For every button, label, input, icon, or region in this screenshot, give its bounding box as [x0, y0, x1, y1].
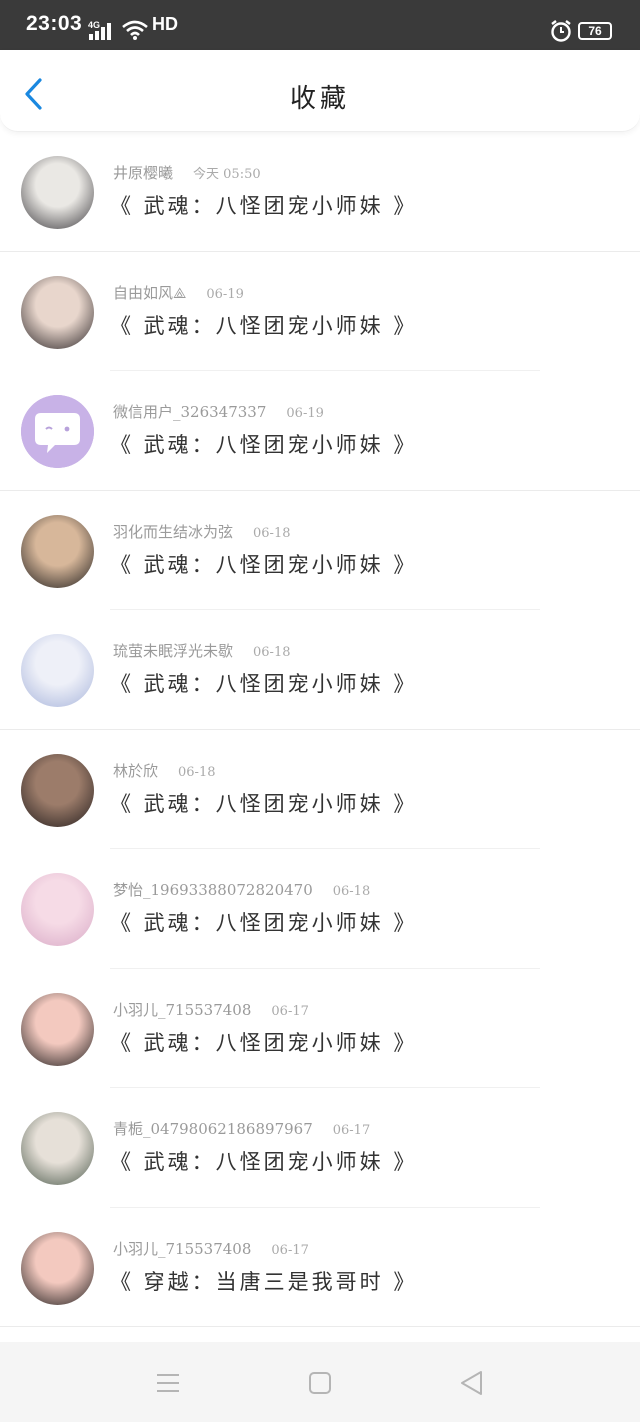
username[interactable]: 微信用户_326347337 — [113, 403, 266, 421]
avatar[interactable] — [21, 634, 94, 707]
item-meta: 小羽儿_715537408 06-17 — [113, 999, 309, 1020]
network-label: 4G — [88, 20, 100, 30]
status-time: 23:03 — [26, 12, 83, 35]
item-meta: 微信用户_326347337 06-19 — [113, 401, 324, 422]
home-icon[interactable] — [305, 1368, 335, 1398]
item-date: 06-18 — [332, 884, 371, 899]
book-title[interactable]: 《 武魂：八怪团宠小师妹 》 — [110, 310, 417, 340]
item-date: 今天 05:50 — [193, 167, 261, 182]
book-title[interactable]: 《 武魂：八怪团宠小师妹 》 — [110, 788, 417, 818]
battery-indicator: 76 — [578, 22, 612, 40]
item-date: 06-18 — [178, 764, 216, 780]
username[interactable]: 青栀_04798062186897967 — [113, 1120, 313, 1138]
username[interactable]: 小羽儿_715537408 — [113, 1001, 251, 1019]
item-date: 06-17 — [271, 1242, 309, 1258]
list-item[interactable]: 自由如风⟁ 06-19 《 武魂：八怪团宠小师妹 》 — [0, 252, 640, 371]
book-title[interactable]: 《 武魂：八怪团宠小师妹 》 — [110, 429, 417, 459]
item-date: 06-17 — [332, 1123, 371, 1138]
avatar[interactable] — [21, 992, 94, 1066]
item-date: 06-17 — [271, 1003, 309, 1019]
divider — [0, 1326, 640, 1327]
wifi-icon — [122, 20, 148, 40]
list-item[interactable]: 梦怡_19693388072820470 06-18 《 武魂：八怪团宠小师妹 》 — [0, 849, 640, 969]
item-meta: 自由如风⟁ 06-19 — [113, 282, 244, 303]
list-item[interactable]: 微信用户_326347337 06-19 《 武魂：八怪团宠小师妹 》 — [0, 371, 640, 491]
item-meta: 梦怡_19693388072820470 06-18 — [113, 879, 370, 900]
back-triangle-icon[interactable] — [457, 1368, 487, 1398]
item-date: 06-19 — [206, 286, 244, 302]
item-date: 06-18 — [253, 525, 291, 541]
avatar[interactable] — [21, 873, 94, 946]
username[interactable]: 羽化而生结冰为弦 — [113, 523, 233, 541]
avatar[interactable] — [21, 156, 94, 229]
username[interactable]: 林於欣 — [113, 762, 158, 780]
book-title[interactable]: 《 武魂：八怪团宠小师妹 》 — [110, 1027, 417, 1057]
username[interactable]: 梦怡_19693388072820470 — [113, 881, 313, 899]
chat-bubble-icon — [21, 395, 94, 468]
item-date: 06-19 — [286, 406, 324, 421]
item-meta: 林於欣 06-18 — [113, 760, 216, 781]
list-item[interactable]: 小羽儿_715537408 06-17 《 穿越：当唐三是我哥时 》 — [0, 1208, 640, 1327]
list-item[interactable]: 羽化而生结冰为弦 06-18 《 武魂：八怪团宠小师妹 》 — [0, 491, 640, 610]
status-bar: 23:03 4G HD 76 — [0, 0, 640, 50]
header: 收藏 — [0, 50, 640, 132]
system-nav-bar — [0, 1342, 640, 1422]
avatar[interactable] — [21, 514, 94, 588]
menu-icon[interactable] — [153, 1368, 183, 1398]
alarm-icon — [551, 20, 571, 42]
item-meta: 井原樱曦 今天 05:50 — [113, 162, 261, 183]
item-meta: 小羽儿_715537408 06-17 — [113, 1238, 309, 1259]
list-item[interactable]: 井原樱曦 今天 05:50 《 武魂：八怪团宠小师妹 》 — [0, 132, 640, 252]
item-meta: 羽化而生结冰为弦 06-18 — [113, 521, 291, 542]
book-title[interactable]: 《 武魂：八怪团宠小师妹 》 — [110, 549, 417, 579]
avatar[interactable] — [21, 1231, 94, 1305]
page-title: 收藏 — [289, 84, 350, 114]
list-item[interactable]: 林於欣 06-18 《 武魂：八怪团宠小师妹 》 — [0, 730, 640, 849]
book-title[interactable]: 《 武魂：八怪团宠小师妹 》 — [110, 190, 417, 220]
book-title[interactable]: 《 武魂：八怪团宠小师妹 》 — [110, 668, 417, 698]
book-title[interactable]: 《 武魂：八怪团宠小师妹 》 — [110, 1146, 417, 1176]
hd-indicator: HD — [152, 14, 178, 34]
username[interactable]: 小羽儿_715537408 — [113, 1240, 251, 1258]
avatar[interactable] — [21, 753, 94, 827]
list-item[interactable]: 琉萤未眠浮光未歇 06-18 《 武魂：八怪团宠小师妹 》 — [0, 610, 640, 730]
username[interactable]: 琉萤未眠浮光未歇 — [113, 642, 233, 660]
username[interactable]: 自由如风⟁ — [113, 284, 186, 302]
book-title[interactable]: 《 武魂：八怪团宠小师妹 》 — [110, 907, 417, 937]
list-item[interactable]: 小羽儿_715537408 06-17 《 武魂：八怪团宠小师妹 》 — [0, 969, 640, 1088]
list-item[interactable]: 青栀_04798062186897967 06-17 《 武魂：八怪团宠小师妹 》 — [0, 1088, 640, 1208]
favorites-list: 井原樱曦 今天 05:50 《 武魂：八怪团宠小师妹 》自由如风⟁ 06-19 《 武魂… — [0, 132, 640, 1327]
avatar[interactable] — [21, 1112, 94, 1185]
avatar[interactable] — [21, 275, 94, 349]
item-meta: 青栀_04798062186897967 06-17 — [113, 1118, 370, 1139]
item-date: 06-18 — [253, 645, 291, 660]
book-title[interactable]: 《 穿越：当唐三是我哥时 》 — [110, 1266, 417, 1296]
signal-icon: 4G — [88, 20, 111, 40]
avatar[interactable] — [21, 395, 94, 468]
item-meta: 琉萤未眠浮光未歇 06-18 — [113, 640, 291, 661]
username[interactable]: 井原樱曦 — [113, 164, 173, 182]
